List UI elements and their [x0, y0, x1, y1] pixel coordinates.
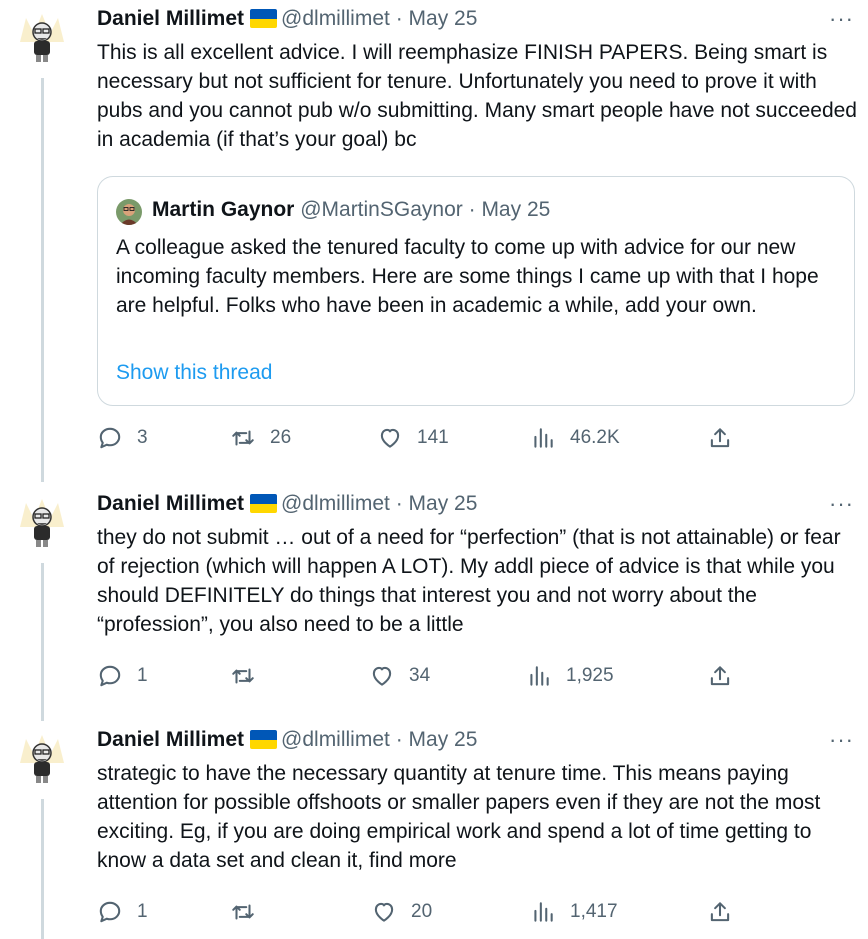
quoted-author-name[interactable]: Martin Gaynor [152, 198, 294, 221]
author-name[interactable]: Daniel Millimet [97, 492, 244, 515]
reply-button[interactable]: 1 [97, 897, 148, 927]
ukraine-flag-icon [250, 9, 278, 28]
views-count: 46.2K [570, 427, 620, 448]
reply-count: 1 [137, 665, 148, 686]
more-icon[interactable]: ··· [829, 725, 854, 755]
share-icon [710, 428, 730, 448]
views-count: 1,417 [570, 901, 618, 922]
author-name[interactable]: Daniel Millimet [97, 728, 244, 751]
tweet-header: Daniel Millimet @dlmillimet · May 25 [97, 4, 477, 34]
tweet-header: Daniel Millimet @dlmillimet · May 25 [97, 489, 477, 519]
like-count: 34 [409, 665, 431, 686]
like-icon [380, 428, 400, 448]
tweet-header: Daniel Millimet @dlmillimet · May 25 [97, 725, 477, 755]
quoted-header: Martin Gaynor @MartinSGaynor · May 25 [152, 195, 550, 225]
like-icon [372, 666, 392, 686]
author-name[interactable]: Daniel Millimet [97, 7, 244, 30]
separator-dot: · [395, 492, 403, 515]
retweet-button[interactable]: 26 [230, 423, 291, 453]
action-bar: 3 26 141 46.2K [97, 423, 857, 453]
quoted-avatar[interactable] [116, 199, 142, 225]
tweet-date[interactable]: May 25 [409, 492, 478, 515]
share-button[interactable] [707, 423, 733, 453]
separator-dot: · [395, 7, 403, 30]
action-bar: 1 20 1,417 [97, 897, 857, 927]
like-count: 20 [411, 901, 433, 922]
quoted-tweet[interactable]: Martin Gaynor @MartinSGaynor · May 25 A … [97, 176, 855, 406]
views-button[interactable]: 46.2K [530, 423, 620, 453]
quoted-author-handle[interactable]: @MartinSGaynor [300, 198, 463, 221]
tweet[interactable]: Daniel Millimet @dlmillimet · May 25 ··· … [0, 721, 868, 939]
more-icon[interactable]: ··· [829, 4, 854, 34]
avatar[interactable] [12, 8, 72, 68]
reply-count: 1 [137, 901, 148, 922]
action-bar: 1 34 1,925 [97, 661, 857, 691]
ukraine-flag-icon [250, 494, 278, 513]
avatar[interactable] [12, 493, 72, 553]
views-count: 1,925 [566, 665, 614, 686]
more-icon[interactable]: ··· [829, 489, 854, 519]
retweet-button[interactable] [230, 897, 270, 927]
reply-count: 3 [137, 427, 148, 448]
retweet-icon [232, 904, 254, 920]
views-button[interactable]: 1,417 [530, 897, 618, 927]
author-handle[interactable]: @dlmillimet [281, 492, 390, 515]
ukraine-flag-icon [250, 730, 278, 749]
views-button[interactable]: 1,925 [526, 661, 614, 691]
retweet-icon [232, 668, 254, 684]
share-button[interactable] [707, 661, 733, 691]
tweet[interactable]: Daniel Millimet @dlmillimet · May 25 ··· … [0, 0, 868, 470]
like-button[interactable]: 141 [377, 423, 449, 453]
quoted-text: A colleague asked the tenured faculty to… [116, 236, 819, 317]
views-icon [534, 902, 553, 922]
tweet-text: This is all excellent advice. I will ree… [97, 41, 857, 151]
retweet-button[interactable] [230, 661, 270, 691]
retweet-count: 26 [270, 427, 292, 448]
tweet-date[interactable]: May 25 [409, 7, 478, 30]
author-handle[interactable]: @dlmillimet [281, 728, 390, 751]
reply-icon [99, 665, 121, 687]
like-icon [374, 902, 394, 922]
share-icon [710, 902, 730, 922]
tweet-text: they do not submit … out of a need for “… [97, 526, 841, 636]
quoted-date[interactable]: May 25 [481, 198, 550, 221]
views-icon [534, 428, 553, 448]
share-button[interactable] [707, 897, 733, 927]
show-thread-link[interactable]: Show this thread [116, 358, 272, 388]
author-handle[interactable]: @dlmillimet [281, 7, 390, 30]
reply-icon [99, 427, 121, 449]
reply-icon [99, 901, 121, 923]
avatar[interactable] [12, 729, 72, 789]
like-button[interactable]: 20 [371, 897, 432, 927]
share-icon [710, 666, 730, 686]
separator-dot: · [395, 728, 403, 751]
like-count: 141 [417, 427, 449, 448]
reply-button[interactable]: 3 [97, 423, 148, 453]
reply-button[interactable]: 1 [97, 661, 148, 691]
tweet[interactable]: Daniel Millimet @dlmillimet · May 25 ··· … [0, 485, 868, 715]
tweet-date[interactable]: May 25 [409, 728, 478, 751]
retweet-icon [232, 430, 254, 446]
views-icon [530, 666, 549, 686]
separator-dot: · [468, 198, 476, 221]
like-button[interactable]: 34 [369, 661, 430, 691]
tweet-text: strategic to have the necessary quantity… [97, 762, 821, 872]
